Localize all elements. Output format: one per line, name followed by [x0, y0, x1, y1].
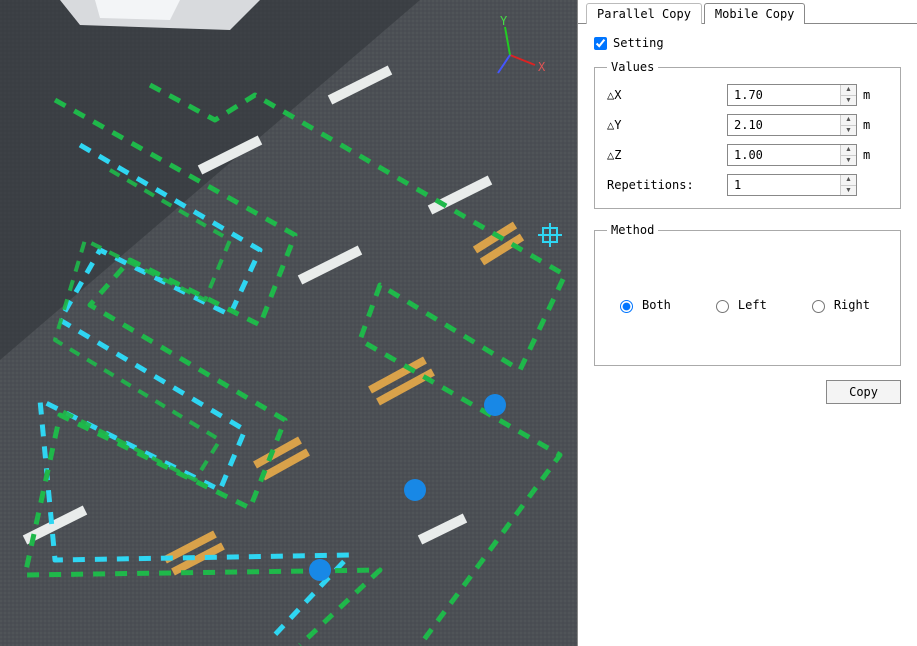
panel-body: Setting Values △X ▲ ▼ m △Y [578, 24, 917, 416]
dx-label: △X [607, 88, 727, 102]
dy-spinbox[interactable]: ▲ ▼ [727, 114, 857, 136]
method-both[interactable]: Both [615, 297, 671, 313]
viewport-overlay: X Y [0, 0, 578, 646]
radio-both-label: Both [642, 298, 671, 312]
side-panel: Parallel Copy Mobile Copy Setting Values… [578, 0, 917, 646]
tab-bar: Parallel Copy Mobile Copy [578, 0, 917, 24]
values-group: Values △X ▲ ▼ m △Y [594, 60, 901, 209]
tab-parallel-copy[interactable]: Parallel Copy [586, 3, 702, 24]
radio-left[interactable] [716, 300, 729, 313]
dx-spinbox[interactable]: ▲ ▼ [727, 84, 857, 106]
rep-input[interactable] [728, 175, 840, 195]
radio-both[interactable] [620, 300, 633, 313]
dx-step-up[interactable]: ▲ [841, 85, 856, 96]
dz-input[interactable] [728, 145, 840, 165]
dx-input[interactable] [728, 85, 840, 105]
copy-button[interactable]: Copy [826, 380, 901, 404]
values-legend: Values [607, 60, 658, 74]
radio-right[interactable] [812, 300, 825, 313]
tab-label: Mobile Copy [715, 7, 794, 21]
gizmo-x-label: X [538, 60, 546, 74]
dy-unit: m [863, 118, 870, 132]
dz-unit: m [863, 148, 870, 162]
row-dy: △Y ▲ ▼ m [607, 114, 888, 136]
dy-step-up[interactable]: ▲ [841, 115, 856, 126]
dy-label: △Y [607, 118, 727, 132]
rep-step-down[interactable]: ▼ [841, 186, 856, 196]
dy-step-down[interactable]: ▼ [841, 126, 856, 136]
radio-left-label: Left [738, 298, 767, 312]
dz-label: △Z [607, 148, 727, 162]
dz-step-up[interactable]: ▲ [841, 145, 856, 156]
method-group: Method Both Left Right [594, 223, 901, 366]
viewport-3d[interactable]: X Y [0, 0, 578, 646]
tab-mobile-copy[interactable]: Mobile Copy [704, 3, 805, 24]
row-dx: △X ▲ ▼ m [607, 84, 888, 106]
rep-label: Repetitions: [607, 178, 727, 192]
method-right[interactable]: Right [807, 297, 870, 313]
dz-step-down[interactable]: ▼ [841, 156, 856, 166]
method-left[interactable]: Left [711, 297, 767, 313]
method-legend: Method [607, 223, 658, 237]
setting-label: Setting [613, 36, 664, 50]
copy-button-label: Copy [849, 385, 878, 399]
gizmo-y-label: Y [500, 14, 508, 28]
dy-input[interactable] [728, 115, 840, 135]
rep-spinbox[interactable]: ▲ ▼ [727, 174, 857, 196]
app-root: X Y Parallel Copy Mobile Copy Setting Va… [0, 0, 917, 646]
radio-right-label: Right [834, 298, 870, 312]
tab-label: Parallel Copy [597, 7, 691, 21]
dx-step-down[interactable]: ▼ [841, 96, 856, 106]
row-dz: △Z ▲ ▼ m [607, 144, 888, 166]
setting-checkbox[interactable] [594, 37, 607, 50]
row-repetitions: Repetitions: ▲ ▼ [607, 174, 888, 196]
button-row: Copy [594, 380, 901, 404]
dx-unit: m [863, 88, 870, 102]
rep-step-up[interactable]: ▲ [841, 175, 856, 186]
dz-spinbox[interactable]: ▲ ▼ [727, 144, 857, 166]
setting-checkbox-row[interactable]: Setting [594, 36, 901, 50]
method-options: Both Left Right [607, 247, 888, 353]
